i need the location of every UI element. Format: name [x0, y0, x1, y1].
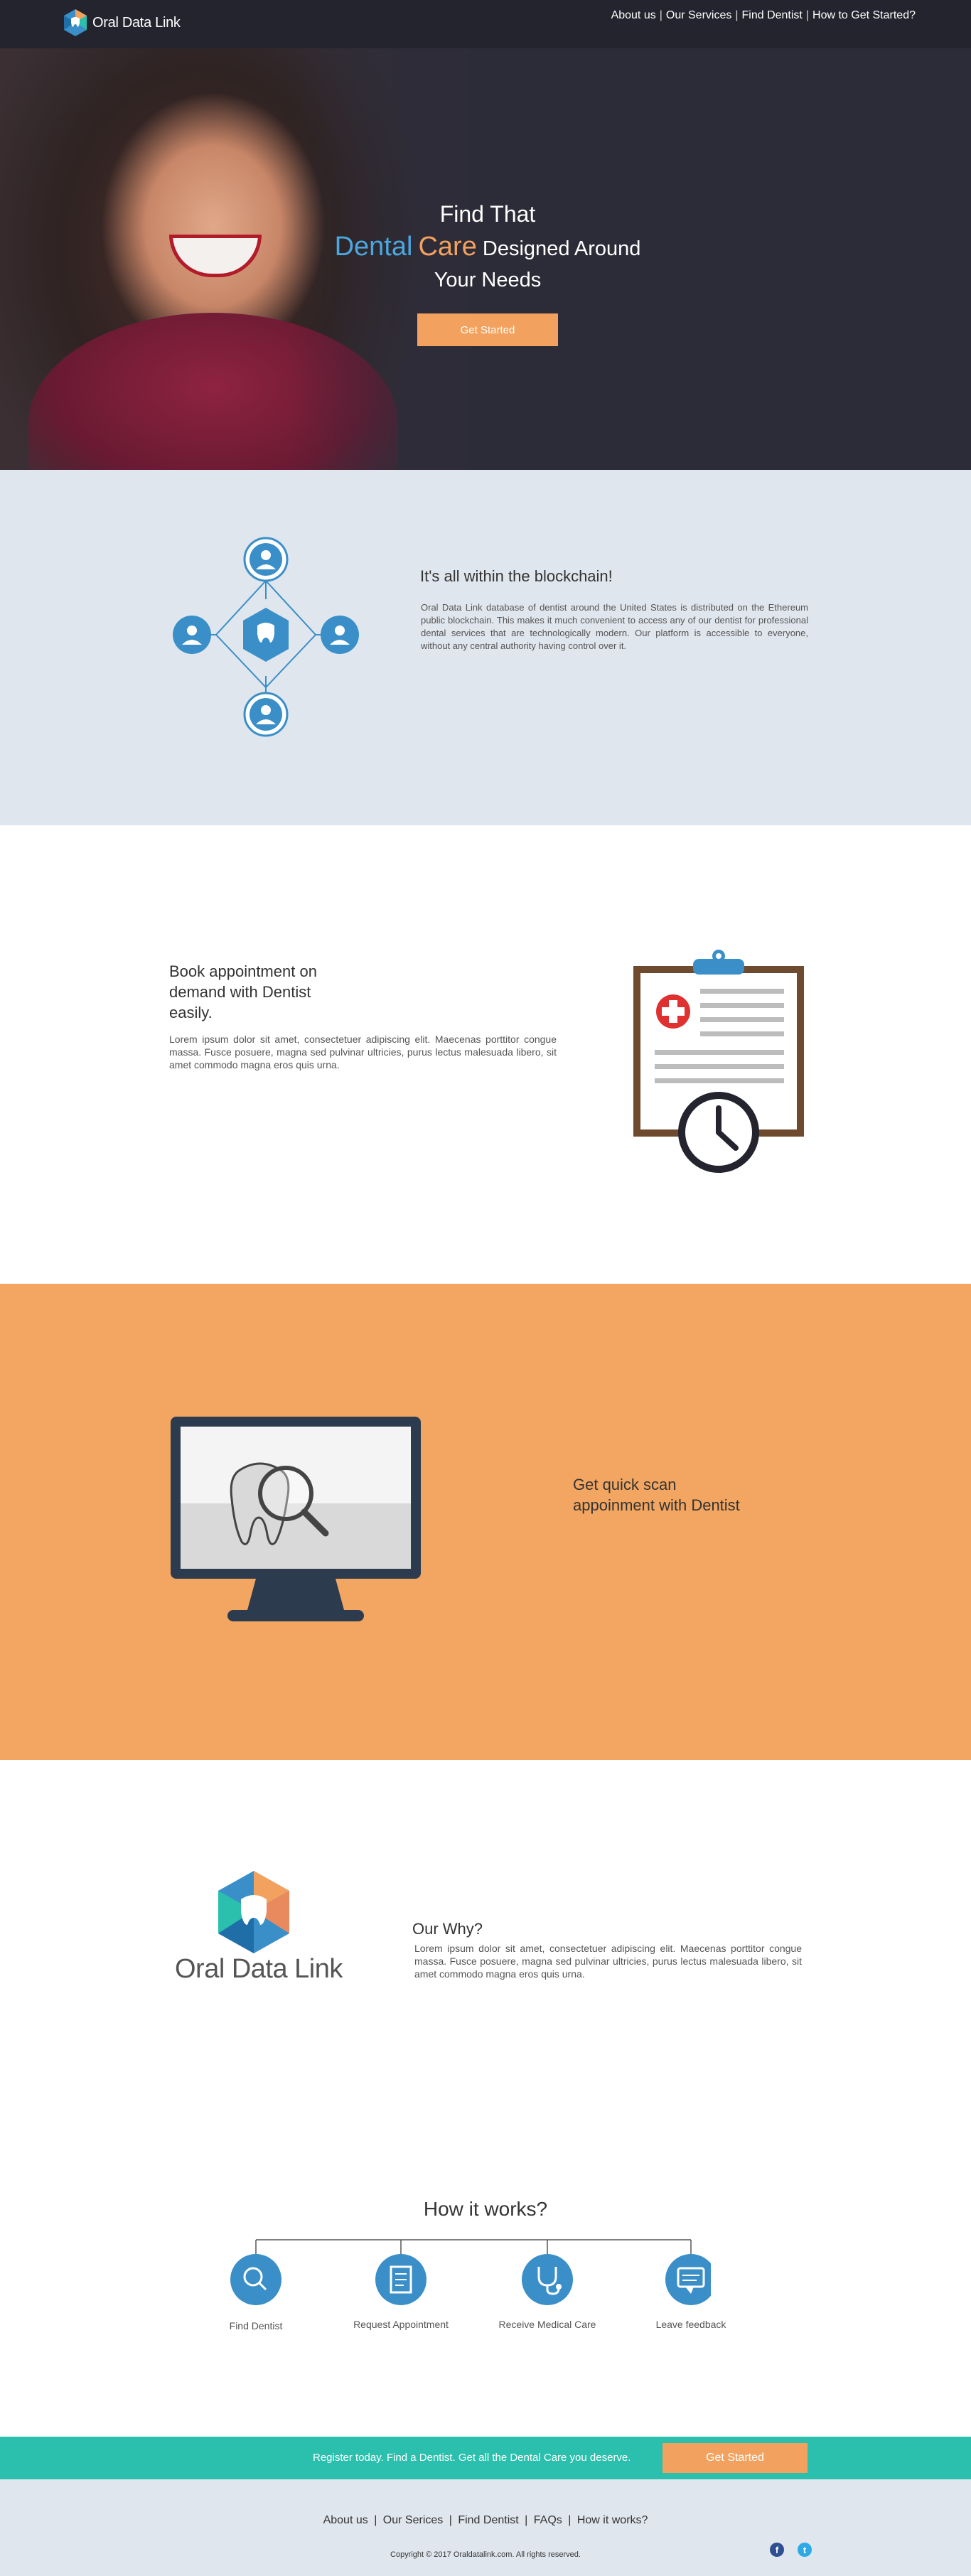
top-header: Oral Data Link About us | Our Services |…: [0, 0, 971, 48]
nav-separator: |: [805, 9, 810, 21]
page-height-spacer: [0, 0, 971, 2576]
nav-our-services[interactable]: Our Services: [666, 9, 731, 22]
nav-separator: |: [659, 9, 662, 21]
logo-hexagon-icon: [64, 9, 87, 36]
nav-about-us[interactable]: About us: [611, 9, 656, 22]
nav-find-dentist[interactable]: Find Dentist: [742, 9, 803, 22]
brand-name: Oral Data Link: [92, 14, 181, 31]
brand-logo[interactable]: Oral Data Link: [63, 9, 181, 37]
nav-how-to-get-started[interactable]: How to Get Started?: [812, 9, 916, 22]
main-nav: About us | Our Services | Find Dentist |…: [611, 9, 916, 22]
nav-separator: |: [735, 9, 739, 21]
